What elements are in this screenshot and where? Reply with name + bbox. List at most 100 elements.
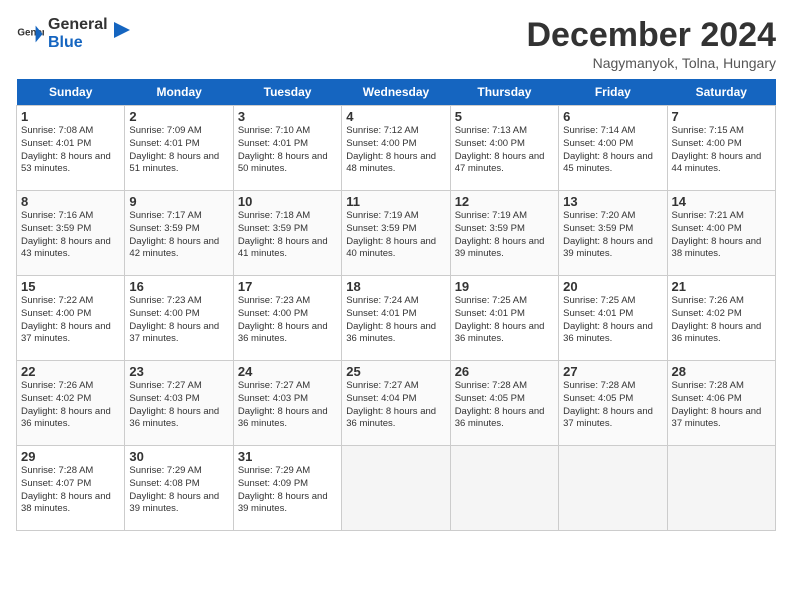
cell-daylight: Daylight: 8 hours and 39 minutes. bbox=[455, 236, 545, 260]
cell-sunset: Sunset: 4:00 PM bbox=[563, 138, 633, 149]
day-number: 5 bbox=[455, 109, 554, 124]
cell-sunset: Sunset: 4:09 PM bbox=[238, 478, 308, 489]
calendar-cell: 8 Sunrise: 7:16 AM Sunset: 3:59 PM Dayli… bbox=[17, 191, 125, 276]
calendar-cell: 23 Sunrise: 7:27 AM Sunset: 4:03 PM Dayl… bbox=[125, 361, 233, 446]
cell-sunset: Sunset: 3:59 PM bbox=[129, 223, 199, 234]
calendar-cell: 26 Sunrise: 7:28 AM Sunset: 4:05 PM Dayl… bbox=[450, 361, 558, 446]
calendar-cell: 29 Sunrise: 7:28 AM Sunset: 4:07 PM Dayl… bbox=[17, 446, 125, 531]
cell-sunset: Sunset: 4:04 PM bbox=[346, 393, 416, 404]
cell-daylight: Daylight: 8 hours and 36 minutes. bbox=[346, 406, 436, 430]
cell-daylight: Daylight: 8 hours and 47 minutes. bbox=[455, 151, 545, 175]
cell-sunrise: Sunrise: 7:28 AM bbox=[672, 380, 744, 391]
day-number: 9 bbox=[129, 194, 228, 209]
day-number: 14 bbox=[672, 194, 771, 209]
calendar-cell: 11 Sunrise: 7:19 AM Sunset: 3:59 PM Dayl… bbox=[342, 191, 450, 276]
calendar-cell bbox=[667, 446, 775, 531]
day-header-wednesday: Wednesday bbox=[342, 79, 450, 106]
calendar-cell: 7 Sunrise: 7:15 AM Sunset: 4:00 PM Dayli… bbox=[667, 106, 775, 191]
calendar-cell: 12 Sunrise: 7:19 AM Sunset: 3:59 PM Dayl… bbox=[450, 191, 558, 276]
calendar-cell: 15 Sunrise: 7:22 AM Sunset: 4:00 PM Dayl… bbox=[17, 276, 125, 361]
cell-sunrise: Sunrise: 7:16 AM bbox=[21, 210, 93, 221]
cell-sunset: Sunset: 3:59 PM bbox=[346, 223, 416, 234]
cell-sunrise: Sunrise: 7:17 AM bbox=[129, 210, 201, 221]
calendar-cell: 10 Sunrise: 7:18 AM Sunset: 3:59 PM Dayl… bbox=[233, 191, 341, 276]
cell-sunset: Sunset: 4:06 PM bbox=[672, 393, 742, 404]
cell-sunset: Sunset: 4:00 PM bbox=[346, 138, 416, 149]
day-number: 20 bbox=[563, 279, 662, 294]
calendar-cell: 21 Sunrise: 7:26 AM Sunset: 4:02 PM Dayl… bbox=[667, 276, 775, 361]
cell-sunrise: Sunrise: 7:27 AM bbox=[129, 380, 201, 391]
cell-sunrise: Sunrise: 7:14 AM bbox=[563, 125, 635, 136]
calendar-cell: 31 Sunrise: 7:29 AM Sunset: 4:09 PM Dayl… bbox=[233, 446, 341, 531]
calendar-cell: 18 Sunrise: 7:24 AM Sunset: 4:01 PM Dayl… bbox=[342, 276, 450, 361]
calendar-cell: 5 Sunrise: 7:13 AM Sunset: 4:00 PM Dayli… bbox=[450, 106, 558, 191]
cell-sunrise: Sunrise: 7:12 AM bbox=[346, 125, 418, 136]
cell-sunset: Sunset: 4:05 PM bbox=[563, 393, 633, 404]
cell-daylight: Daylight: 8 hours and 36 minutes. bbox=[455, 406, 545, 430]
day-number: 1 bbox=[21, 109, 120, 124]
cell-sunrise: Sunrise: 7:28 AM bbox=[563, 380, 635, 391]
day-number: 13 bbox=[563, 194, 662, 209]
cell-daylight: Daylight: 8 hours and 39 minutes. bbox=[238, 491, 328, 515]
calendar-cell: 4 Sunrise: 7:12 AM Sunset: 4:00 PM Dayli… bbox=[342, 106, 450, 191]
day-header-thursday: Thursday bbox=[450, 79, 558, 106]
day-header-friday: Friday bbox=[559, 79, 667, 106]
calendar-cell bbox=[559, 446, 667, 531]
day-number: 12 bbox=[455, 194, 554, 209]
cell-sunrise: Sunrise: 7:23 AM bbox=[129, 295, 201, 306]
day-number: 21 bbox=[672, 279, 771, 294]
day-number: 26 bbox=[455, 364, 554, 379]
cell-daylight: Daylight: 8 hours and 36 minutes. bbox=[455, 321, 545, 345]
cell-sunset: Sunset: 4:03 PM bbox=[129, 393, 199, 404]
day-number: 3 bbox=[238, 109, 337, 124]
day-number: 19 bbox=[455, 279, 554, 294]
logo: General General Blue bbox=[16, 16, 132, 52]
cell-sunset: Sunset: 4:00 PM bbox=[129, 308, 199, 319]
cell-daylight: Daylight: 8 hours and 42 minutes. bbox=[129, 236, 219, 260]
cell-daylight: Daylight: 8 hours and 36 minutes. bbox=[346, 321, 436, 345]
calendar-cell: 2 Sunrise: 7:09 AM Sunset: 4:01 PM Dayli… bbox=[125, 106, 233, 191]
day-number: 28 bbox=[672, 364, 771, 379]
day-header-monday: Monday bbox=[125, 79, 233, 106]
cell-sunset: Sunset: 4:02 PM bbox=[21, 393, 91, 404]
day-number: 24 bbox=[238, 364, 337, 379]
calendar-cell: 3 Sunrise: 7:10 AM Sunset: 4:01 PM Dayli… bbox=[233, 106, 341, 191]
cell-daylight: Daylight: 8 hours and 39 minutes. bbox=[563, 236, 653, 260]
logo-flag-icon bbox=[112, 20, 132, 48]
calendar-cell: 13 Sunrise: 7:20 AM Sunset: 3:59 PM Dayl… bbox=[559, 191, 667, 276]
cell-sunset: Sunset: 4:02 PM bbox=[672, 308, 742, 319]
cell-sunset: Sunset: 4:01 PM bbox=[563, 308, 633, 319]
cell-sunset: Sunset: 4:00 PM bbox=[455, 138, 525, 149]
cell-daylight: Daylight: 8 hours and 37 minutes. bbox=[129, 321, 219, 345]
cell-sunset: Sunset: 4:08 PM bbox=[129, 478, 199, 489]
cell-sunrise: Sunrise: 7:08 AM bbox=[21, 125, 93, 136]
cell-sunrise: Sunrise: 7:19 AM bbox=[455, 210, 527, 221]
cell-sunrise: Sunrise: 7:27 AM bbox=[346, 380, 418, 391]
cell-sunset: Sunset: 4:01 PM bbox=[455, 308, 525, 319]
logo-text-general: General bbox=[48, 16, 108, 33]
calendar-cell: 17 Sunrise: 7:23 AM Sunset: 4:00 PM Dayl… bbox=[233, 276, 341, 361]
calendar-cell: 22 Sunrise: 7:26 AM Sunset: 4:02 PM Dayl… bbox=[17, 361, 125, 446]
title-section: December 2024 Nagymanyok, Tolna, Hungary bbox=[526, 16, 776, 71]
cell-sunrise: Sunrise: 7:20 AM bbox=[563, 210, 635, 221]
cell-sunset: Sunset: 4:00 PM bbox=[672, 223, 742, 234]
cell-sunset: Sunset: 3:59 PM bbox=[455, 223, 525, 234]
day-number: 7 bbox=[672, 109, 771, 124]
cell-sunrise: Sunrise: 7:13 AM bbox=[455, 125, 527, 136]
cell-sunrise: Sunrise: 7:15 AM bbox=[672, 125, 744, 136]
cell-sunset: Sunset: 4:03 PM bbox=[238, 393, 308, 404]
cell-sunrise: Sunrise: 7:27 AM bbox=[238, 380, 310, 391]
cell-daylight: Daylight: 8 hours and 36 minutes. bbox=[563, 321, 653, 345]
cell-daylight: Daylight: 8 hours and 36 minutes. bbox=[21, 406, 111, 430]
calendar-cell: 24 Sunrise: 7:27 AM Sunset: 4:03 PM Dayl… bbox=[233, 361, 341, 446]
day-number: 8 bbox=[21, 194, 120, 209]
cell-daylight: Daylight: 8 hours and 38 minutes. bbox=[21, 491, 111, 515]
cell-sunset: Sunset: 3:59 PM bbox=[21, 223, 91, 234]
cell-sunrise: Sunrise: 7:23 AM bbox=[238, 295, 310, 306]
cell-daylight: Daylight: 8 hours and 36 minutes. bbox=[238, 321, 328, 345]
day-number: 6 bbox=[563, 109, 662, 124]
day-header-tuesday: Tuesday bbox=[233, 79, 341, 106]
cell-daylight: Daylight: 8 hours and 53 minutes. bbox=[21, 151, 111, 175]
calendar-cell: 30 Sunrise: 7:29 AM Sunset: 4:08 PM Dayl… bbox=[125, 446, 233, 531]
day-number: 22 bbox=[21, 364, 120, 379]
